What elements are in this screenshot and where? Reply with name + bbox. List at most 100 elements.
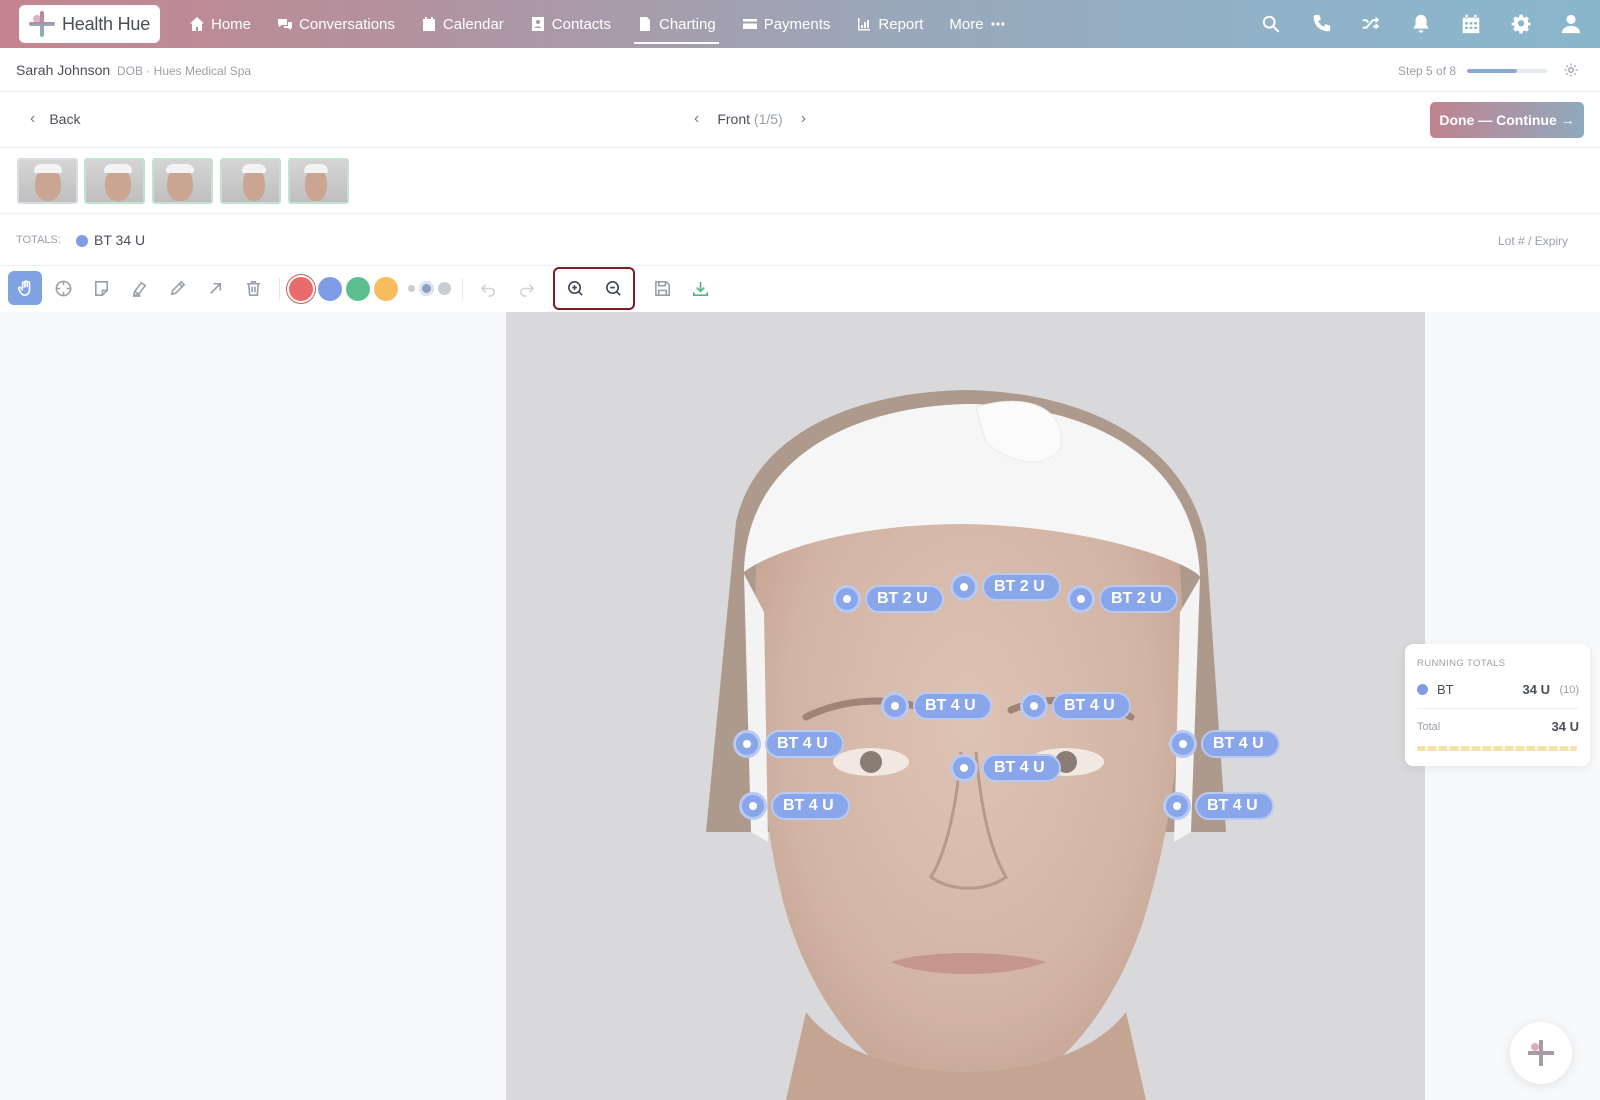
- totals-label: TOTALS:: [16, 234, 61, 246]
- pan-tool-button[interactable]: [8, 271, 42, 305]
- nav-home[interactable]: Home: [176, 0, 264, 48]
- view-count: (1/5): [753, 111, 783, 127]
- patient-face-photo[interactable]: BT 2 U BT 2 U BT 2 U BT 4 U BT 4 U BT 4 …: [506, 312, 1425, 1100]
- toolbar-divider: [279, 278, 280, 300]
- app-name: Health Hue: [62, 13, 151, 34]
- gear-icon[interactable]: [1510, 13, 1532, 35]
- color-swatch-orange[interactable]: [374, 277, 398, 301]
- target-tool-button[interactable]: [46, 271, 80, 305]
- brush-size-small[interactable]: [408, 285, 415, 292]
- search-icon[interactable]: [1260, 13, 1282, 35]
- marker-pin-icon: [733, 730, 761, 758]
- marker-pin-icon: [1169, 730, 1197, 758]
- health-hue-logo-icon: [28, 10, 56, 38]
- running-totals-total-label: Total: [1417, 721, 1441, 733]
- thumbnail-right-profile[interactable]: [288, 158, 349, 204]
- marker-label: BT 4 U: [1052, 692, 1131, 720]
- bell-icon[interactable]: [1410, 13, 1432, 35]
- back-button[interactable]: ‹ Back: [30, 110, 80, 128]
- pen-tool-button[interactable]: [160, 271, 194, 305]
- arrow-up-right-icon: [209, 282, 221, 294]
- app-logo[interactable]: Health Hue: [19, 5, 160, 43]
- patient-name: Sarah Johnson: [16, 62, 111, 78]
- running-totals-product: BT: [1437, 682, 1454, 697]
- nav-report[interactable]: Report: [843, 0, 936, 48]
- injection-marker[interactable]: BT 4 U: [733, 729, 844, 759]
- marker-pin-icon: [739, 792, 767, 820]
- step-progress-bar: [1467, 69, 1547, 73]
- injection-marker[interactable]: BT 4 U: [1020, 691, 1131, 721]
- save-button[interactable]: [645, 271, 679, 305]
- prev-view-button[interactable]: ‹: [694, 110, 699, 128]
- botox-color-dot: [1417, 684, 1428, 695]
- nav-charting[interactable]: Charting: [624, 0, 729, 48]
- nav-conversations-label: Conversations: [299, 15, 395, 33]
- injection-marker[interactable]: BT 4 U: [739, 791, 850, 821]
- back-label: Back: [49, 111, 81, 127]
- brush-size-selector[interactable]: [408, 281, 451, 296]
- nav-more[interactable]: More: [936, 0, 1018, 48]
- nav-conversations[interactable]: Conversations: [264, 0, 408, 48]
- nav-payments[interactable]: Payments: [729, 0, 844, 48]
- toolbar-divider: [462, 278, 463, 300]
- color-swatch-blue[interactable]: [318, 277, 342, 301]
- brush-size-medium[interactable]: [419, 281, 434, 296]
- settings-gear-icon[interactable]: [1563, 62, 1579, 78]
- shuffle-icon[interactable]: [1360, 13, 1382, 35]
- health-hue-logo-icon: [1528, 1040, 1554, 1066]
- delete-tool-button[interactable]: [236, 271, 270, 305]
- injection-marker[interactable]: BT 4 U: [950, 753, 1061, 783]
- thumbnail-left-45[interactable]: [84, 158, 145, 204]
- step-progress-fill: [1467, 69, 1517, 73]
- injection-marker[interactable]: BT 4 U: [881, 691, 992, 721]
- user-icon[interactable]: [1560, 13, 1582, 35]
- injection-marker[interactable]: BT 2 U: [1067, 584, 1178, 614]
- card-icon: [742, 19, 757, 29]
- chart-header: ‹ Back ‹ Front (1/5) › Done — Continue →: [0, 92, 1600, 148]
- thumbnail-front[interactable]: [17, 158, 78, 204]
- assistant-fab-button[interactable]: [1510, 1022, 1572, 1084]
- nav-home-label: Home: [211, 15, 252, 33]
- injection-marker[interactable]: BT 2 U: [833, 584, 944, 614]
- running-totals-value: 34 U: [1522, 682, 1550, 697]
- nav-calendar[interactable]: Calendar: [408, 0, 517, 48]
- injection-marker[interactable]: BT 4 U: [1169, 729, 1280, 759]
- injection-marker[interactable]: BT 4 U: [1163, 791, 1274, 821]
- report-icon: [858, 18, 871, 31]
- nav-contacts[interactable]: Contacts: [517, 0, 624, 48]
- brush-size-large[interactable]: [438, 282, 451, 295]
- arrow-tool-button[interactable]: [198, 271, 232, 305]
- redo-button[interactable]: [509, 271, 543, 305]
- pencil-icon: [170, 280, 185, 295]
- zoom-in-button[interactable]: [558, 271, 592, 305]
- note-tool-button[interactable]: [84, 271, 118, 305]
- more-dots-icon: [991, 22, 1005, 26]
- thumbnail-right-45[interactable]: [152, 158, 213, 204]
- thumbnail-left-profile[interactable]: [220, 158, 281, 204]
- document-icon: [639, 17, 650, 31]
- marker-label: BT 4 U: [1195, 792, 1274, 820]
- next-view-button[interactable]: ›: [801, 110, 806, 128]
- undo-icon: [480, 283, 495, 297]
- save-icon: [654, 280, 670, 296]
- download-button[interactable]: [683, 271, 717, 305]
- sticky-note-icon: [94, 280, 108, 296]
- running-totals-panel: RUNNING TOTALS BT 34 U (10) Total 34 U: [1405, 644, 1590, 766]
- zoom-out-button[interactable]: [596, 271, 630, 305]
- calendar-grid-icon[interactable]: [1460, 13, 1482, 35]
- injection-marker[interactable]: BT 2 U: [950, 572, 1061, 602]
- done-continue-button[interactable]: Done — Continue →: [1430, 102, 1584, 138]
- color-swatch-red[interactable]: [289, 277, 313, 301]
- phone-icon[interactable]: [1310, 13, 1332, 35]
- patient-meta: DOB · Hues Medical Spa: [117, 64, 252, 78]
- marker-label: BT 2 U: [982, 573, 1061, 601]
- lot-expiry-link[interactable]: Lot # / Expiry: [1498, 234, 1568, 248]
- hand-icon: [17, 279, 30, 296]
- running-totals-count: (10): [1559, 684, 1579, 696]
- highlighter-tool-button[interactable]: [122, 271, 156, 305]
- color-swatch-green[interactable]: [346, 277, 370, 301]
- undo-button[interactable]: [471, 271, 505, 305]
- marker-pin-icon: [1020, 692, 1048, 720]
- calendar-icon: [422, 17, 435, 31]
- chevron-left-icon: ‹: [30, 110, 36, 127]
